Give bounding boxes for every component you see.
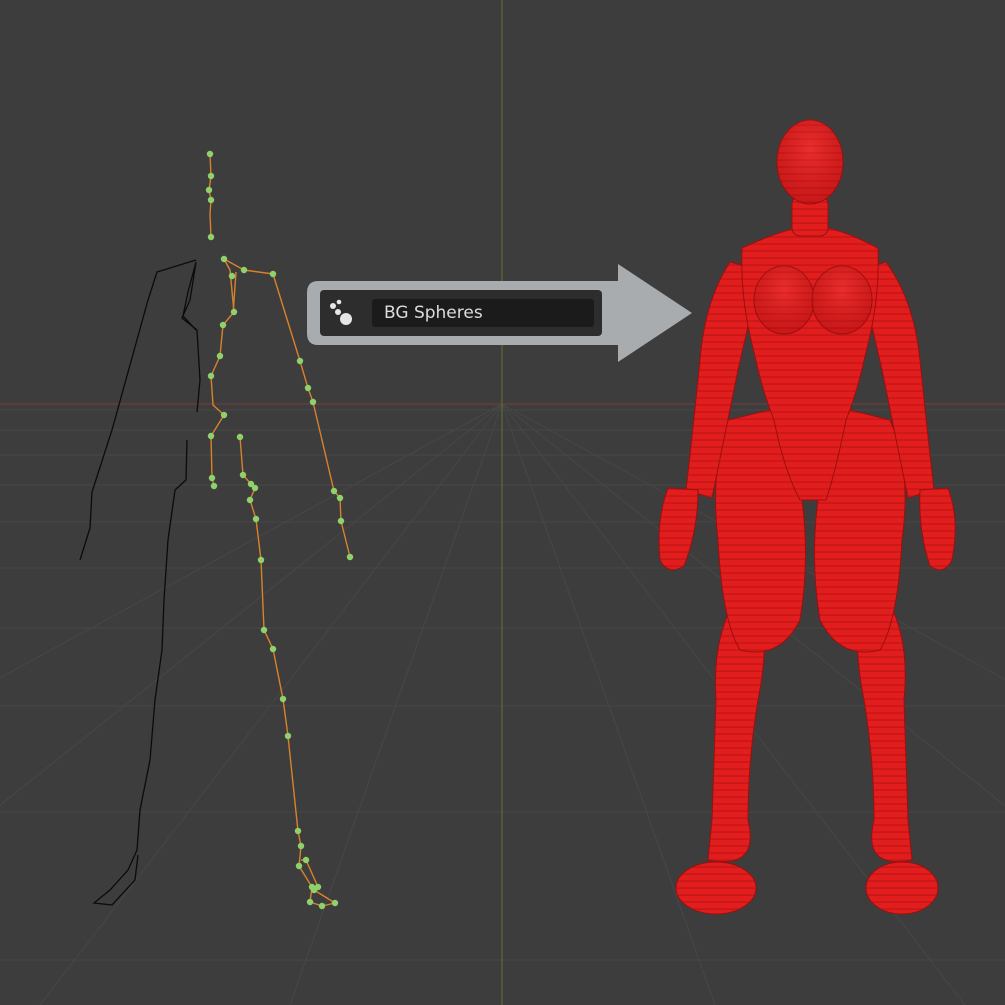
mesh-outline — [79, 259, 201, 906]
spheres-icon — [330, 299, 352, 325]
sphere-figure — [658, 119, 956, 915]
armature-joints[interactable] — [205, 150, 354, 910]
3d-viewport[interactable] — [0, 0, 1005, 1005]
viewport-canvas[interactable] — [0, 0, 1005, 1005]
armature[interactable] — [208, 153, 351, 907]
node-name-field[interactable]: BG Spheres — [372, 299, 594, 327]
node-field[interactable]: BG Spheres — [320, 291, 602, 335]
